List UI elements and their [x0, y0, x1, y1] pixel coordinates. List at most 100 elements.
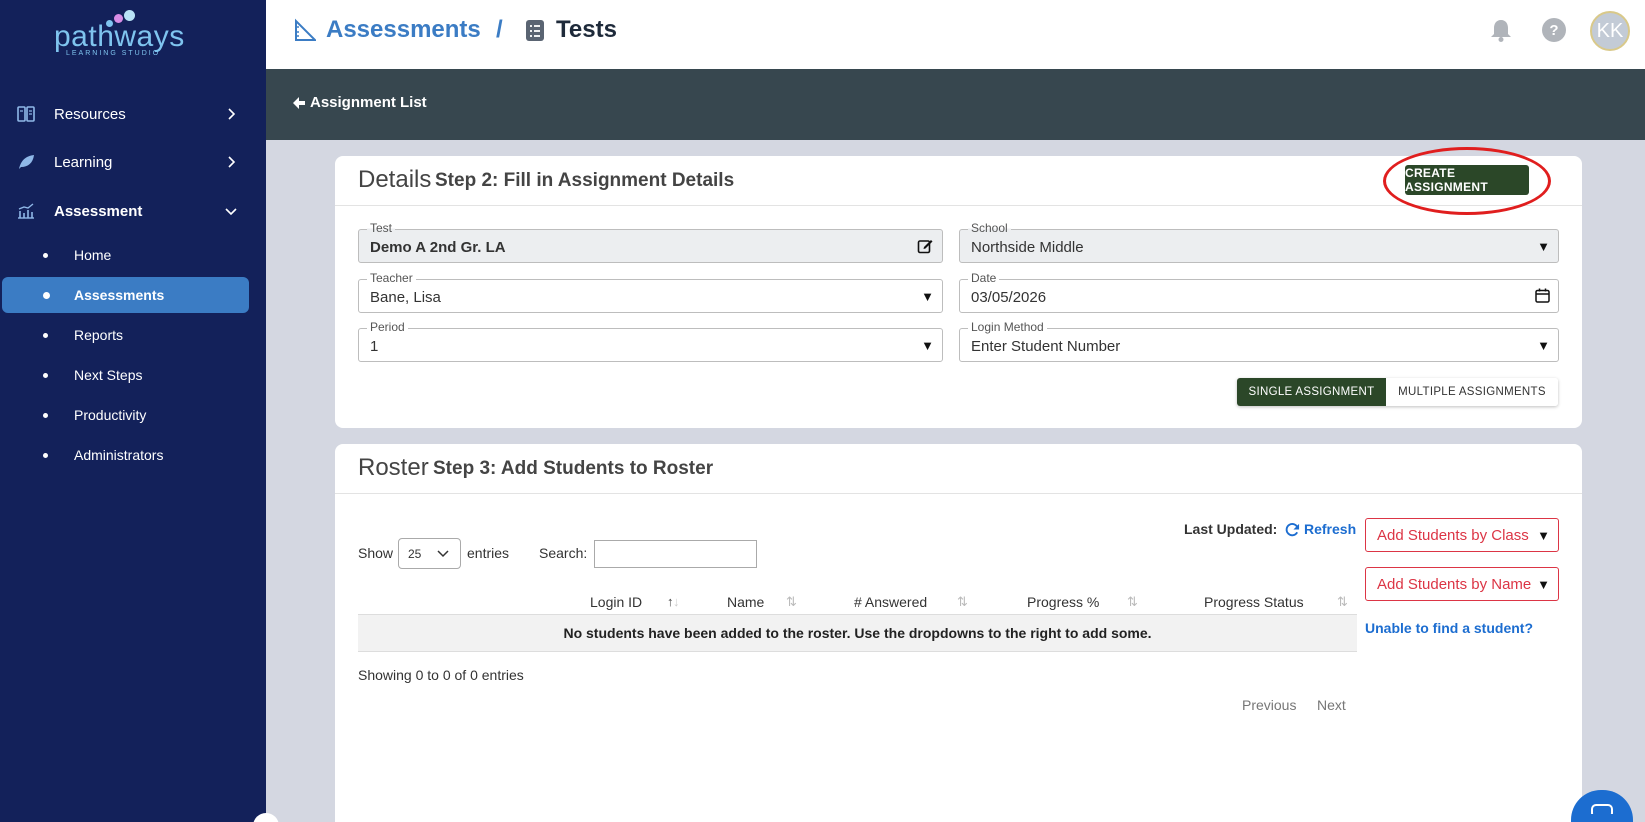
sidebar-subitem-label: Assessments [74, 287, 165, 303]
school-select[interactable]: School Northside Middle ▼ [959, 221, 1559, 263]
caret-down-icon: ▼ [1537, 338, 1550, 353]
breadcrumb-separator: / [496, 16, 503, 43]
field-label: School [968, 221, 1011, 235]
top-bar: Assessments / Tests ? KK [266, 0, 1645, 69]
calendar-icon[interactable] [1535, 288, 1550, 303]
pathways-logo[interactable]: pathways LEARNING STUDIO [54, 6, 204, 62]
sort-icon[interactable]: ⇅ [1127, 594, 1138, 610]
bullet-icon [43, 452, 48, 458]
entries-select[interactable]: 25 [398, 538, 461, 569]
test-field[interactable]: Test Demo A 2nd Gr. LA [358, 221, 943, 263]
sidebar-subitem-home[interactable]: Home [0, 237, 266, 273]
ruler-triangle-icon [295, 18, 316, 41]
chevron-down-icon [225, 208, 237, 216]
column-answered[interactable]: # Answered [854, 594, 927, 610]
details-card: Details Step 2: Fill in Assignment Detai… [335, 147, 1582, 428]
caret-down-icon: ▼ [1537, 577, 1550, 592]
sidebar-subitem-label: Administrators [74, 447, 164, 463]
assignment-list-link[interactable]: Assignment List [292, 94, 427, 111]
field-value: Northside Middle [971, 239, 1084, 256]
sidebar-subitem-next-steps[interactable]: Next Steps [0, 357, 266, 393]
field-label: Test [367, 221, 396, 235]
roster-step: Step 3: Add Students to Roster [433, 458, 714, 479]
chat-icon [1591, 804, 1613, 814]
refresh-link[interactable]: Refresh [1285, 521, 1356, 537]
show-label: Show [358, 545, 394, 561]
caret-down-icon: ▼ [1537, 239, 1550, 254]
entries-label: entries [467, 545, 510, 561]
add-students-by-class-select[interactable]: Add Students by Class ▼ [1365, 518, 1559, 552]
caret-down-icon: ▼ [1537, 528, 1550, 543]
breadcrumb-assessments[interactable]: Assessments [294, 16, 481, 44]
edit-icon[interactable] [917, 238, 933, 254]
sidebar-subitem-reports[interactable]: Reports [0, 317, 266, 353]
search-input[interactable] [594, 540, 757, 568]
field-value: Enter Student Number [971, 338, 1121, 355]
help-icon[interactable]: ? [1542, 18, 1566, 42]
select-label: Add Students by Name [1377, 576, 1532, 593]
chevron-right-icon [228, 156, 236, 168]
sort-icon[interactable]: ⇅ [957, 594, 968, 610]
sidebar-item-learning[interactable]: Learning [0, 142, 266, 182]
refresh-label: Refresh [1304, 521, 1357, 537]
bell-icon[interactable] [1488, 17, 1514, 43]
assignment-mode-toggle: SINGLE ASSIGNMENT MULTIPLE ASSIGNMENTS [1237, 378, 1558, 406]
breadcrumb-label: Tests [556, 16, 617, 43]
chart-icon [16, 201, 36, 221]
period-select[interactable]: Period 1 ▼ [358, 320, 943, 362]
field-label: Date [968, 271, 1000, 285]
sidebar-item-label: Resources [54, 105, 126, 123]
sort-icon[interactable]: ⇅ [786, 594, 797, 610]
avatar[interactable]: KK [1590, 11, 1630, 51]
column-name[interactable]: Name [727, 594, 764, 610]
sort-desc-icon: ↓ [673, 594, 680, 609]
add-students-by-name-select[interactable]: Add Students by Name ▼ [1365, 567, 1559, 601]
previous-page-button[interactable]: Previous [1242, 697, 1296, 713]
checklist-icon [526, 20, 544, 41]
field-value: 03/05/2026 [971, 289, 1047, 306]
showing-entries: Showing 0 to 0 of 0 entries [358, 667, 524, 683]
multiple-assignments-button[interactable]: MULTIPLE ASSIGNMENTS [1386, 378, 1558, 406]
select-label: Add Students by Class [1377, 527, 1529, 544]
date-field[interactable]: Date 03/05/2026 [959, 271, 1559, 313]
sidebar-item-label: Learning [54, 153, 113, 171]
chevron-right-icon [228, 108, 236, 120]
sidebar-subitem-label: Next Steps [74, 367, 143, 383]
logo-text: pathways [54, 20, 185, 53]
roster-card: Roster Step 3: Add Students to Roster Sh… [335, 444, 1582, 822]
single-assignment-button[interactable]: SINGLE ASSIGNMENT [1237, 378, 1386, 406]
teacher-select[interactable]: Teacher Bane, Lisa ▼ [358, 271, 943, 313]
sidebar-subitem-assessments[interactable]: Assessments [2, 277, 249, 313]
sidebar-subitem-label: Productivity [74, 407, 147, 423]
column-login-id[interactable]: Login ID [590, 594, 642, 610]
sidebar-subitem-administrators[interactable]: Administrators [0, 437, 266, 473]
roster-card-header: Roster Step 3: Add Students to Roster [335, 444, 1582, 494]
book-icon [16, 104, 36, 124]
bullet-icon [43, 252, 48, 258]
back-link-label: Assignment List [310, 94, 427, 111]
caret-down-icon: ▼ [921, 338, 934, 353]
column-progress-percent[interactable]: Progress % [1027, 594, 1099, 610]
sort-icon[interactable]: ⇅ [1337, 594, 1348, 610]
field-value: 1 [370, 338, 379, 355]
logo-tagline: LEARNING STUDIO [66, 50, 161, 57]
login-method-select[interactable]: Login Method Enter Student Number ▼ [959, 320, 1559, 362]
breadcrumb-label: Assessments [326, 16, 481, 43]
leaf-icon [16, 152, 36, 172]
refresh-icon [1285, 522, 1300, 536]
details-step: Step 2: Fill in Assignment Details [435, 170, 735, 191]
field-value: Demo A 2nd Gr. LA [370, 239, 506, 256]
bullet-icon [43, 332, 48, 338]
sidebar-item-resources[interactable]: Resources [0, 94, 266, 134]
sidebar-subitem-productivity[interactable]: Productivity [0, 397, 266, 433]
chevron-down-icon [437, 550, 449, 558]
caret-down-icon: ▼ [921, 289, 934, 304]
column-progress-status[interactable]: Progress Status [1204, 594, 1304, 610]
unable-to-find-student-link[interactable]: Unable to find a student? [1365, 620, 1533, 636]
sidebar-item-label: Assessment [54, 202, 143, 220]
create-assignment-button[interactable]: CREATE ASSIGNMENT [1405, 165, 1529, 195]
next-page-button[interactable]: Next [1317, 697, 1346, 713]
sidebar-item-assessment[interactable]: Assessment [0, 191, 266, 231]
bullet-icon [43, 372, 48, 378]
breadcrumb-tests: Tests [524, 16, 617, 44]
